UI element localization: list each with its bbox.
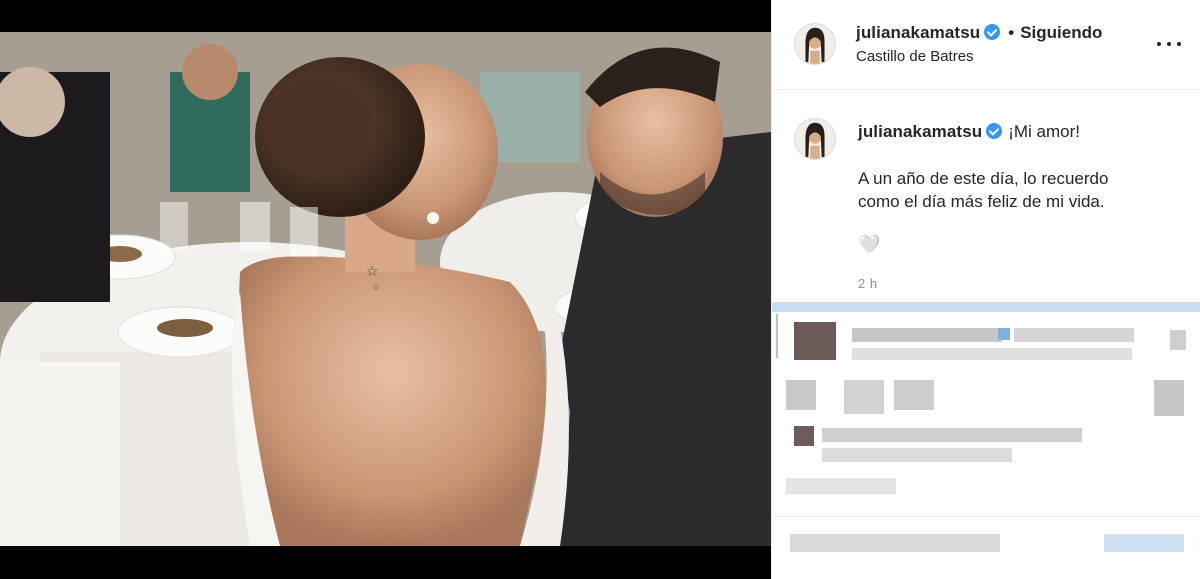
more-dot xyxy=(1167,42,1171,46)
pixel-block xyxy=(1104,534,1184,552)
caption-line: como el día más feliz de mi vida. xyxy=(858,192,1105,211)
caption-author-avatar[interactable] xyxy=(794,118,836,160)
caption-avatar-image xyxy=(795,119,835,159)
verified-badge-icon xyxy=(986,123,1003,139)
pixel-block xyxy=(1014,328,1134,342)
more-options-icon[interactable] xyxy=(1157,36,1181,52)
post-sidebar: julianakamatsu • Siguiendo Castillo de Bat… xyxy=(771,0,1200,579)
separator-dot: • xyxy=(1008,23,1015,42)
svg-text:☆: ☆ xyxy=(372,283,380,293)
wedding-photo-illustration: ☆ ☆ xyxy=(0,32,771,546)
more-dot xyxy=(1157,42,1161,46)
pixel-block xyxy=(998,328,1010,340)
svg-text:☆: ☆ xyxy=(366,264,379,280)
pixel-block xyxy=(1170,330,1186,350)
comment-highlight-bar xyxy=(772,302,1200,312)
pixel-block xyxy=(844,380,884,414)
pixel-block xyxy=(794,426,814,446)
post-header: julianakamatsu • Siguiendo Castillo de Bat… xyxy=(772,0,1200,90)
caption-body: A un año de este día, lo recuerdo como e… xyxy=(858,167,1178,256)
pixel-block xyxy=(822,448,1012,462)
divider xyxy=(772,516,1200,517)
caption-line: A un año de este día, lo recuerdo xyxy=(858,169,1109,188)
header-title-row: julianakamatsu • Siguiendo xyxy=(856,23,1102,43)
following-button[interactable]: Siguiendo xyxy=(1020,23,1102,42)
post-location[interactable]: Castillo de Batres xyxy=(856,48,974,65)
pixel-block xyxy=(1154,380,1184,416)
author-avatar[interactable] xyxy=(794,23,836,65)
pixel-block xyxy=(894,380,934,410)
pixel-block xyxy=(786,478,896,494)
pixel-block xyxy=(786,380,816,410)
pixel-block xyxy=(852,348,1132,360)
obscured-comments xyxy=(772,302,1200,579)
pixel-block xyxy=(790,534,1000,552)
more-dot xyxy=(1177,42,1181,46)
author-username[interactable]: julianakamatsu xyxy=(856,23,980,42)
pixel-block xyxy=(852,328,1002,342)
verified-badge-icon xyxy=(984,24,1001,40)
caption-title-row: julianakamatsu ¡Mi amor! xyxy=(858,122,1080,142)
pixel-block xyxy=(776,314,778,358)
caption-title: ¡Mi amor! xyxy=(1008,122,1081,141)
white-heart-icon: 🤍 xyxy=(858,234,881,254)
photo-panel: ☆ ☆ xyxy=(0,0,771,579)
post-photo[interactable]: ☆ ☆ xyxy=(0,32,771,546)
author-avatar-image xyxy=(795,24,835,64)
pixel-block xyxy=(822,428,1082,442)
post-timestamp[interactable]: 2 h xyxy=(858,276,878,291)
pixel-block xyxy=(794,322,836,360)
caption-username[interactable]: julianakamatsu xyxy=(858,122,982,141)
